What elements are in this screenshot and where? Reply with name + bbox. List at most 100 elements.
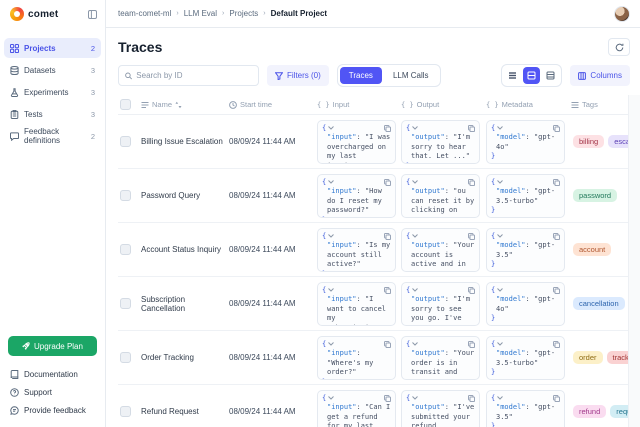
user-avatar[interactable]	[614, 6, 630, 22]
table-row[interactable]: Subscription Cancellation 08/09/24 11:44…	[118, 277, 628, 331]
row-checkbox[interactable]	[120, 136, 131, 147]
row-checkbox[interactable]	[120, 244, 131, 255]
breadcrumb-projects[interactable]: Projects	[229, 9, 258, 18]
output-json-box[interactable]: { output: Your account is active and in …	[401, 228, 480, 272]
chevron-down-icon[interactable]	[497, 234, 503, 238]
sidebar-item-support[interactable]: Support	[4, 384, 101, 401]
tag-badge[interactable]: password	[573, 189, 617, 202]
copy-icon[interactable]	[468, 341, 475, 348]
metadata-json-box[interactable]: { model: gpt-4o }	[486, 282, 565, 326]
copy-icon[interactable]	[384, 287, 391, 294]
chevron-down-icon[interactable]	[497, 342, 503, 346]
chevron-down-icon[interactable]	[412, 180, 418, 184]
search-input[interactable]	[136, 71, 252, 80]
table-row[interactable]: Account Status Inquiry 08/09/24 11:44 AM…	[118, 223, 628, 277]
tag-badge[interactable]: order	[573, 351, 603, 364]
chevron-down-icon[interactable]	[412, 342, 418, 346]
input-json-box[interactable]: { input: How do I reset my password? }	[317, 174, 396, 218]
density-comfortable-button[interactable]	[542, 67, 559, 84]
copy-icon[interactable]	[468, 179, 475, 186]
row-checkbox[interactable]	[120, 406, 131, 417]
copy-icon[interactable]	[468, 125, 475, 132]
metadata-json-box[interactable]: { model: gpt-3.5 }	[486, 228, 565, 272]
input-json-box[interactable]: { input: I was overcharged on my last in…	[317, 120, 396, 164]
copy-icon[interactable]	[384, 179, 391, 186]
output-json-box[interactable]: { output: Your order is in transit and .…	[401, 336, 480, 380]
tag-badge[interactable]: requ	[610, 405, 628, 418]
density-compact-button[interactable]	[504, 67, 521, 84]
tag-badge[interactable]: account	[573, 243, 611, 256]
table-scrollbar-gutter[interactable]	[628, 95, 640, 427]
table-row[interactable]: Order Tracking 08/09/24 11:44 AM { input…	[118, 331, 628, 385]
chevron-down-icon[interactable]	[412, 234, 418, 238]
copy-icon[interactable]	[553, 395, 560, 402]
input-json-box[interactable]: { input: I want to cancel my subscriptio…	[317, 282, 396, 326]
metadata-json-box[interactable]: { model: gpt-4o }	[486, 120, 565, 164]
chevron-down-icon[interactable]	[412, 288, 418, 292]
row-checkbox[interactable]	[120, 352, 131, 363]
chevron-down-icon[interactable]	[328, 342, 334, 346]
chevron-down-icon[interactable]	[497, 396, 503, 400]
input-json-box[interactable]: { input: Is my account still active? }	[317, 228, 396, 272]
copy-icon[interactable]	[468, 287, 475, 294]
trace-name[interactable]: Refund Request	[141, 407, 229, 416]
copy-icon[interactable]	[384, 341, 391, 348]
columns-button[interactable]: Columns	[570, 65, 630, 86]
chevron-down-icon[interactable]	[497, 180, 503, 184]
table-row[interactable]: Password Query 08/09/24 11:44 AM { input…	[118, 169, 628, 223]
comet-logo[interactable]: comet	[10, 7, 58, 21]
select-all-checkbox[interactable]	[120, 99, 131, 110]
collapse-sidebar-icon[interactable]	[88, 10, 97, 19]
copy-icon[interactable]	[384, 395, 391, 402]
tab-llm-calls[interactable]: LLM Calls	[384, 67, 438, 84]
column-header-start-time[interactable]: Start time	[229, 100, 317, 109]
column-header-tags[interactable]: Tags	[571, 100, 628, 109]
copy-icon[interactable]	[553, 287, 560, 294]
copy-icon[interactable]	[553, 125, 560, 132]
metadata-json-box[interactable]: { model: gpt-3.5 }	[486, 390, 565, 427]
sidebar-item-datasets[interactable]: Datasets 3	[4, 60, 101, 80]
metadata-json-box[interactable]: { model: gpt-3.5-turbo }	[486, 336, 565, 380]
chevron-down-icon[interactable]	[497, 288, 503, 292]
trace-name[interactable]: Subscription Cancellation	[141, 295, 229, 313]
input-json-box[interactable]: { input: Where's my order? }	[317, 336, 396, 380]
column-header-metadata[interactable]: { } Metadata	[486, 100, 571, 109]
chevron-down-icon[interactable]	[497, 126, 503, 130]
filters-button[interactable]: Filters (0)	[267, 65, 329, 86]
copy-icon[interactable]	[384, 233, 391, 240]
chevron-down-icon[interactable]	[412, 126, 418, 130]
breadcrumb-workspace[interactable]: team-comet-ml	[118, 9, 171, 18]
copy-icon[interactable]	[553, 341, 560, 348]
upgrade-plan-button[interactable]: Upgrade Plan	[8, 336, 97, 356]
breadcrumb-org[interactable]: LLM Eval	[184, 9, 217, 18]
trace-name[interactable]: Billing Issue Escalation	[141, 137, 229, 146]
sidebar-item-feedback-definitions[interactable]: Feedback definitions 2	[4, 126, 101, 146]
tag-badge[interactable]: cancellation	[573, 297, 625, 310]
trace-name[interactable]: Account Status Inquiry	[141, 245, 229, 254]
tag-badge[interactable]: esca	[608, 135, 628, 148]
tag-badge[interactable]: track	[607, 351, 628, 364]
tag-badge[interactable]: refund	[573, 405, 606, 418]
copy-icon[interactable]	[553, 179, 560, 186]
table-row[interactable]: Billing Issue Escalation 08/09/24 11:44 …	[118, 115, 628, 169]
tab-traces[interactable]: Traces	[340, 67, 382, 84]
tag-badge[interactable]: billing	[573, 135, 604, 148]
metadata-json-box[interactable]: { model: gpt-3.5-turbo }	[486, 174, 565, 218]
chevron-down-icon[interactable]	[328, 180, 334, 184]
sidebar-item-tests[interactable]: Tests 3	[4, 104, 101, 124]
copy-icon[interactable]	[384, 125, 391, 132]
density-default-button[interactable]	[523, 67, 540, 84]
sidebar-item-provide-feedback[interactable]: Provide feedback	[4, 402, 101, 419]
trace-name[interactable]: Order Tracking	[141, 353, 229, 362]
sidebar-item-experiments[interactable]: Experiments 3	[4, 82, 101, 102]
chevron-down-icon[interactable]	[328, 234, 334, 238]
table-row[interactable]: Refund Request 08/09/24 11:44 AM { input…	[118, 385, 628, 427]
output-json-box[interactable]: { output: I've submitted your refund req…	[401, 390, 480, 427]
trace-name[interactable]: Password Query	[141, 191, 229, 200]
copy-icon[interactable]	[468, 395, 475, 402]
column-header-output[interactable]: { } Output	[401, 100, 486, 109]
row-checkbox[interactable]	[120, 298, 131, 309]
sidebar-item-documentation[interactable]: Documentation	[4, 366, 101, 383]
refresh-button[interactable]	[608, 38, 630, 56]
column-header-input[interactable]: { } Input	[317, 100, 401, 109]
